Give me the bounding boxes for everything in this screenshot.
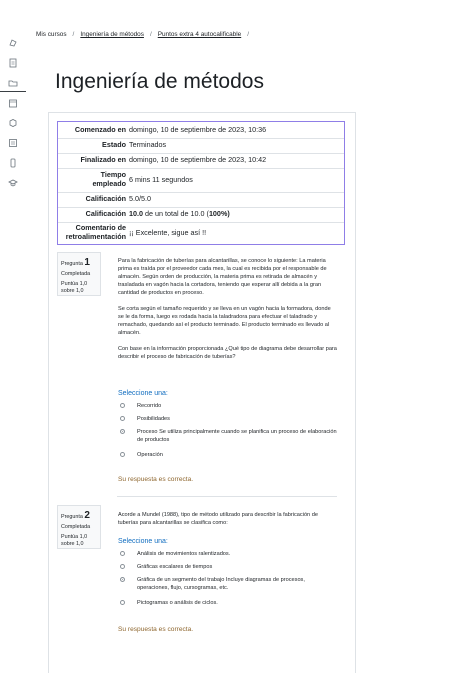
summary-label: Tiempo empleado (92, 170, 126, 188)
attempt-summary-table: Comenzado en domingo, 10 de septiembre d… (57, 121, 345, 245)
radio-button-checked[interactable] (120, 429, 125, 434)
summary-row-feedback: Comentario de retroalimentación ¡¡ Excel… (58, 223, 344, 243)
summary-label: Calificación (85, 209, 126, 218)
breadcrumb: Mis cursos / Ingeniería de métodos / Puntos … (36, 31, 255, 38)
summary-label: Comentario de retroalimentación (65, 223, 126, 241)
left-sidebar (0, 0, 26, 670)
question-text-2: Acorde a Mundel (1988), tipo de método u… (118, 511, 338, 535)
folder-icon[interactable] (8, 78, 18, 88)
sidebar-active-divider (0, 91, 26, 92)
page-title: Ingeniería de métodos (55, 70, 264, 93)
summary-row-grade: Calificación 10.0 de un total de 10.0 (1… (58, 209, 344, 223)
question-paragraph: Para la fabricación de tuberías para alc… (118, 258, 327, 296)
document-icon[interactable] (8, 138, 18, 148)
question-score: Puntúa 1,0 sobre 1,0 (61, 534, 88, 547)
question-paragraph: Se corta según el tamaño requerido y se … (118, 306, 331, 336)
radio-button[interactable] (120, 452, 125, 457)
radio-button[interactable] (120, 600, 125, 605)
question-number: Pregunta 2 (61, 510, 90, 521)
question-text-1: Para la fabricación de tuberías para alc… (118, 257, 338, 369)
summary-value: ¡¡ Excelente, sigue así !! (129, 228, 207, 237)
summary-row-started: Comenzado en domingo, 10 de septiembre d… (58, 125, 344, 139)
summary-value: 5.0/5.0 (129, 194, 151, 203)
summary-label: Calificación (85, 194, 126, 203)
summary-row-finished: Finalizado en domingo, 10 de septiembre … (58, 155, 344, 169)
question-divider (117, 496, 337, 497)
breadcrumb-separator: / (149, 31, 152, 38)
hat-icon[interactable] (8, 38, 18, 48)
select-one-label: Seleccione una: (118, 538, 168, 545)
question-number: Pregunta 1 (61, 257, 90, 268)
phone-icon[interactable] (8, 158, 18, 168)
summary-row-time-taken: Tiempo empleado 6 mins 11 segundos (58, 170, 344, 192)
question-info-2: Pregunta 2 Completada Puntúa 1,0 sobre 1… (57, 505, 101, 549)
radio-button[interactable] (120, 551, 125, 556)
summary-value: 6 mins 11 segundos (129, 175, 193, 184)
radio-button[interactable] (120, 564, 125, 569)
summary-value: Terminados (129, 140, 167, 149)
feedback-correct: Su respuesta es correcta. (118, 476, 194, 483)
radio-button-checked[interactable] (120, 577, 125, 582)
radio-button[interactable] (120, 403, 125, 408)
summary-value: domingo, 10 de septiembre de 2023, 10:42 (129, 155, 267, 164)
question-status: Completada (61, 271, 91, 277)
summary-row-marks: Calificación 5.0/5.0 (58, 194, 344, 208)
summary-value: 10.0 de un total de 10.0 (100%) (129, 209, 230, 218)
question-paragraph: Acorde a Mundel (1988), tipo de método u… (118, 512, 318, 526)
summary-label: Finalizado en (80, 155, 126, 164)
question-paragraph: Con base en la información proporcionada… (118, 346, 337, 360)
feedback-correct: Su respuesta es correcta. (118, 626, 194, 633)
question-info-1: Pregunta 1 Completada Puntúa 1,0 sobre 1… (57, 252, 101, 296)
radio-button[interactable] (120, 416, 125, 421)
box-icon[interactable] (8, 118, 18, 128)
breadcrumb-item-mis-cursos[interactable]: Mis cursos (36, 31, 67, 38)
summary-label: Comenzado en (74, 125, 126, 134)
calendar-icon[interactable] (8, 98, 18, 108)
question-status: Completada (61, 524, 91, 530)
breadcrumb-item-quiz[interactable]: Puntos extra 4 autocalificable (158, 31, 241, 38)
file-icon[interactable] (8, 58, 18, 68)
breadcrumb-separator: / (72, 31, 75, 38)
summary-row-state: Estado Terminados (58, 140, 344, 154)
graduation-cap-icon[interactable] (8, 178, 18, 188)
select-one-label: Seleccione una: (118, 390, 168, 397)
breadcrumb-item-course[interactable]: Ingeniería de métodos (80, 31, 144, 38)
summary-value: domingo, 10 de septiembre de 2023, 10:36 (129, 125, 267, 134)
summary-label: Estado (102, 140, 126, 149)
question-score: Puntúa 1,0 sobre 1,0 (61, 281, 88, 294)
breadcrumb-separator: / (247, 31, 249, 38)
